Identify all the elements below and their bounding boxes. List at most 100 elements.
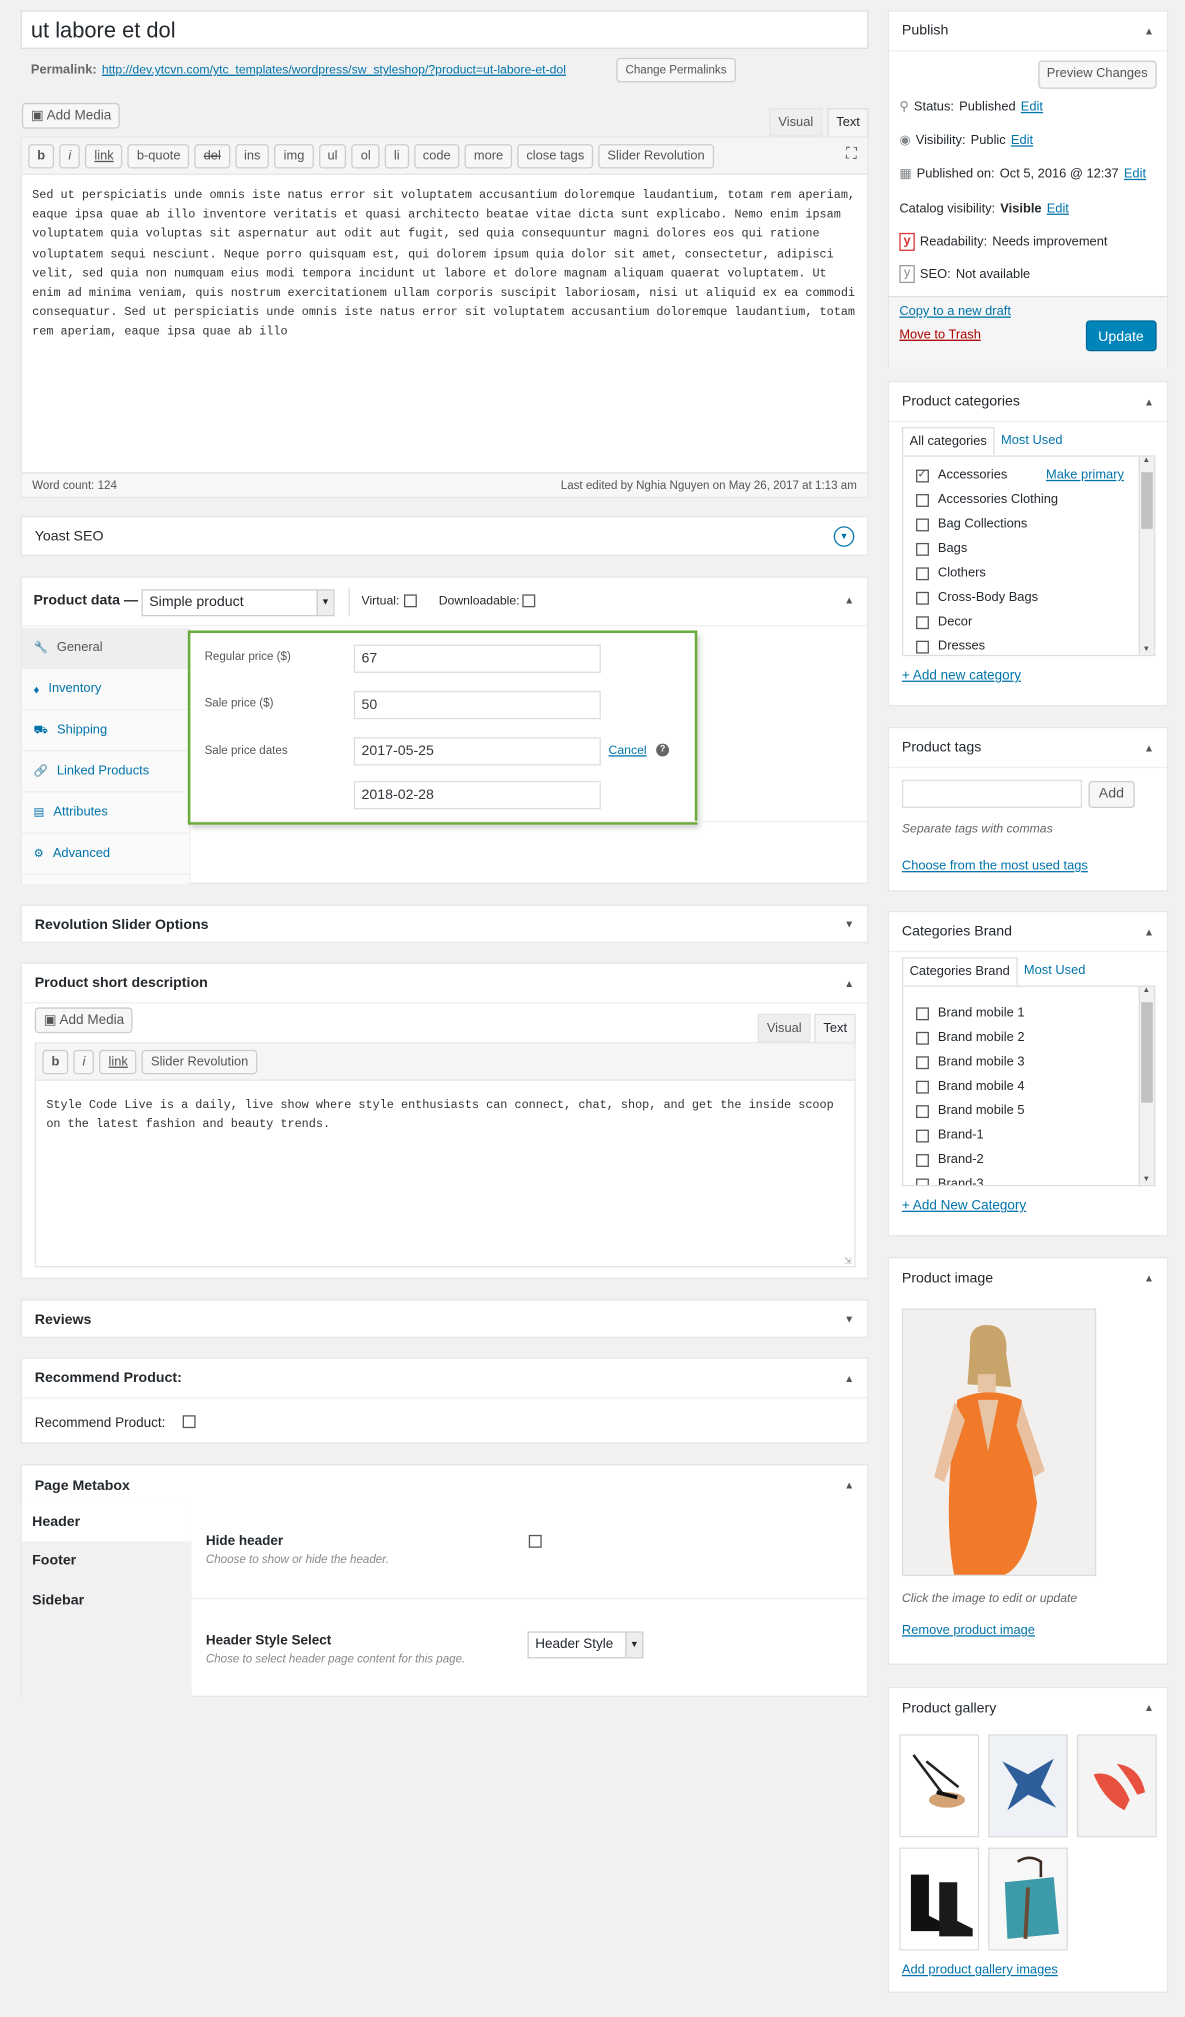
category-item[interactable]: Dresses: [903, 634, 1154, 655]
short-editor-content[interactable]: Style Code Live is a daily, live show wh…: [36, 1081, 854, 1148]
collapse-icon[interactable]: ▲: [844, 977, 854, 989]
brand-checkbox[interactable]: [916, 1128, 929, 1142]
add-new-brand-link[interactable]: + Add New Category: [902, 1198, 1026, 1213]
collapse-icon[interactable]: ▲: [1144, 25, 1154, 37]
category-checkbox[interactable]: [916, 517, 929, 531]
expand-icon[interactable]: ▼: [844, 919, 854, 931]
quicktag-b-quote[interactable]: b-quote: [127, 144, 190, 169]
copy-draft-link[interactable]: Copy to a new draft: [899, 305, 1011, 319]
header-style-select[interactable]: Header Style ▼: [527, 1631, 644, 1659]
visibility-edit-link[interactable]: Edit: [1011, 134, 1033, 148]
virtual-checkbox[interactable]: [403, 594, 417, 608]
quicktag-img[interactable]: img: [274, 144, 314, 169]
recommend-checkbox[interactable]: [182, 1415, 196, 1429]
quicktag-more[interactable]: more: [464, 144, 513, 169]
collapse-icon[interactable]: ▲: [1144, 926, 1154, 938]
brand-scrollbar[interactable]: ▲ ▼: [1138, 986, 1155, 1185]
quicktag-close-tags[interactable]: close tags: [517, 144, 594, 169]
category-item[interactable]: Clothers: [903, 561, 1154, 585]
editor-content[interactable]: Sed ut perspiciatis unde omnis iste natu…: [22, 175, 867, 352]
add-tag-button[interactable]: Add: [1088, 780, 1135, 808]
quicktag-b[interactable]: b: [42, 1049, 69, 1075]
cancel-schedule-link[interactable]: Cancel: [609, 744, 647, 758]
add-new-category-link[interactable]: + Add new category: [902, 668, 1021, 683]
collapse-icon[interactable]: ▲: [844, 594, 854, 606]
status-edit-link[interactable]: Edit: [1021, 100, 1043, 114]
yoast-box[interactable]: Yoast SEO ▼: [20, 515, 869, 556]
choose-tags-link[interactable]: Choose from the most used tags: [902, 859, 1088, 873]
preview-changes-button[interactable]: Preview Changes: [1037, 60, 1157, 89]
product-tab-general[interactable]: 🔧 General: [21, 627, 190, 670]
collapse-icon[interactable]: ▲: [1144, 396, 1154, 408]
quicktag-slider-revolution[interactable]: Slider Revolution: [598, 144, 714, 169]
category-checkbox[interactable]: [916, 615, 929, 629]
metabox-tab-header[interactable]: Header: [21, 1502, 192, 1542]
expand-icon[interactable]: ▼: [844, 1314, 854, 1326]
metabox-tab-sidebar[interactable]: Sidebar: [22, 1581, 192, 1621]
quicktag-link[interactable]: link: [85, 144, 123, 169]
short-tab-text[interactable]: Text: [814, 1013, 857, 1044]
category-checkbox[interactable]: [916, 591, 929, 605]
tags-input[interactable]: [901, 779, 1083, 808]
collapse-icon[interactable]: ▲: [1144, 1272, 1154, 1284]
product-tab-attributes[interactable]: ▤ Attributes: [21, 793, 190, 834]
product-tab-shipping[interactable]: ⛟ Shipping: [21, 710, 190, 752]
category-item[interactable]: Bag Collections: [903, 512, 1154, 536]
collapse-icon[interactable]: ▲: [844, 1480, 854, 1492]
add-gallery-link[interactable]: Add product gallery images: [902, 1963, 1058, 1977]
categories-scrollbar[interactable]: ▲ ▼: [1138, 456, 1155, 655]
categories-tab-used[interactable]: Most Used: [995, 427, 1069, 455]
category-checkbox[interactable]: [916, 640, 929, 653]
quicktag-ol[interactable]: ol: [351, 144, 380, 169]
category-checkbox[interactable]: [916, 493, 929, 507]
product-type-select[interactable]: Simple product ▼: [141, 589, 335, 617]
collapse-icon[interactable]: ▲: [844, 1372, 854, 1384]
gallery-image[interactable]: [988, 1734, 1068, 1838]
brand-tab-used[interactable]: Most Used: [1017, 957, 1091, 985]
short-add-media-button[interactable]: ▣ Add Media: [34, 1007, 134, 1034]
hide-header-checkbox[interactable]: [528, 1534, 542, 1548]
remove-image-link[interactable]: Remove product image: [902, 1624, 1035, 1638]
brand-item[interactable]: Brand mobile 4: [903, 1074, 1154, 1098]
downloadable-checkbox[interactable]: [522, 594, 536, 608]
category-item[interactable]: Cross-Body Bags: [903, 585, 1154, 609]
brand-item[interactable]: Brand mobile 3: [903, 1050, 1154, 1074]
revslider-box[interactable]: Revolution Slider Options ▼: [20, 904, 869, 944]
resize-handle-icon[interactable]: ⇲: [844, 1256, 852, 1266]
brand-checkbox[interactable]: [916, 1104, 929, 1118]
yoast-toggle-icon[interactable]: ▼: [833, 526, 855, 547]
quicktag-b[interactable]: b: [28, 144, 55, 169]
fullscreen-icon[interactable]: ⛶: [846, 144, 857, 163]
brand-item[interactable]: Brand mobile 2: [903, 1025, 1154, 1049]
product-tab-advanced[interactable]: ⚙ Advanced: [21, 834, 190, 875]
gallery-image[interactable]: [899, 1847, 980, 1951]
quicktag-ins[interactable]: ins: [234, 144, 270, 169]
quicktag-code[interactable]: code: [413, 144, 460, 169]
brand-item[interactable]: Brand mobile 1: [903, 1001, 1154, 1025]
gallery-image[interactable]: [988, 1847, 1068, 1951]
quicktag-i[interactable]: i: [73, 1049, 95, 1075]
category-checkbox[interactable]: [916, 542, 929, 556]
brand-item[interactable]: Brand-1: [903, 1123, 1154, 1147]
quicktag-li[interactable]: li: [384, 144, 409, 169]
category-item[interactable]: Accessories Clothing: [903, 488, 1154, 512]
move-to-trash-link[interactable]: Move to Trash: [899, 328, 981, 342]
published-edit-link[interactable]: Edit: [1124, 167, 1146, 181]
editor-tab-text[interactable]: Text: [827, 108, 869, 138]
quicktag-i[interactable]: i: [59, 144, 81, 169]
reviews-box[interactable]: Reviews ▼: [20, 1299, 869, 1339]
regular-price-input[interactable]: 67: [353, 644, 601, 673]
category-checkbox[interactable]: [916, 466, 929, 482]
category-item[interactable]: Bags: [903, 537, 1154, 561]
brand-item[interactable]: Brand-3: [903, 1172, 1154, 1185]
product-image[interactable]: [901, 1308, 1097, 1577]
short-tab-visual[interactable]: Visual: [757, 1013, 811, 1043]
sale-date-from-input[interactable]: 2017-05-25: [353, 737, 601, 766]
product-tab-inventory[interactable]: ♦ Inventory: [21, 669, 190, 711]
sale-price-input[interactable]: 50: [353, 690, 601, 720]
change-permalinks-button[interactable]: Change Permalinks: [616, 57, 736, 83]
editor-tab-visual[interactable]: Visual: [769, 108, 823, 137]
brand-item[interactable]: Brand-2: [903, 1148, 1154, 1172]
category-item[interactable]: Decor: [903, 610, 1154, 634]
brand-item[interactable]: Brand mobile 5: [903, 1099, 1154, 1123]
